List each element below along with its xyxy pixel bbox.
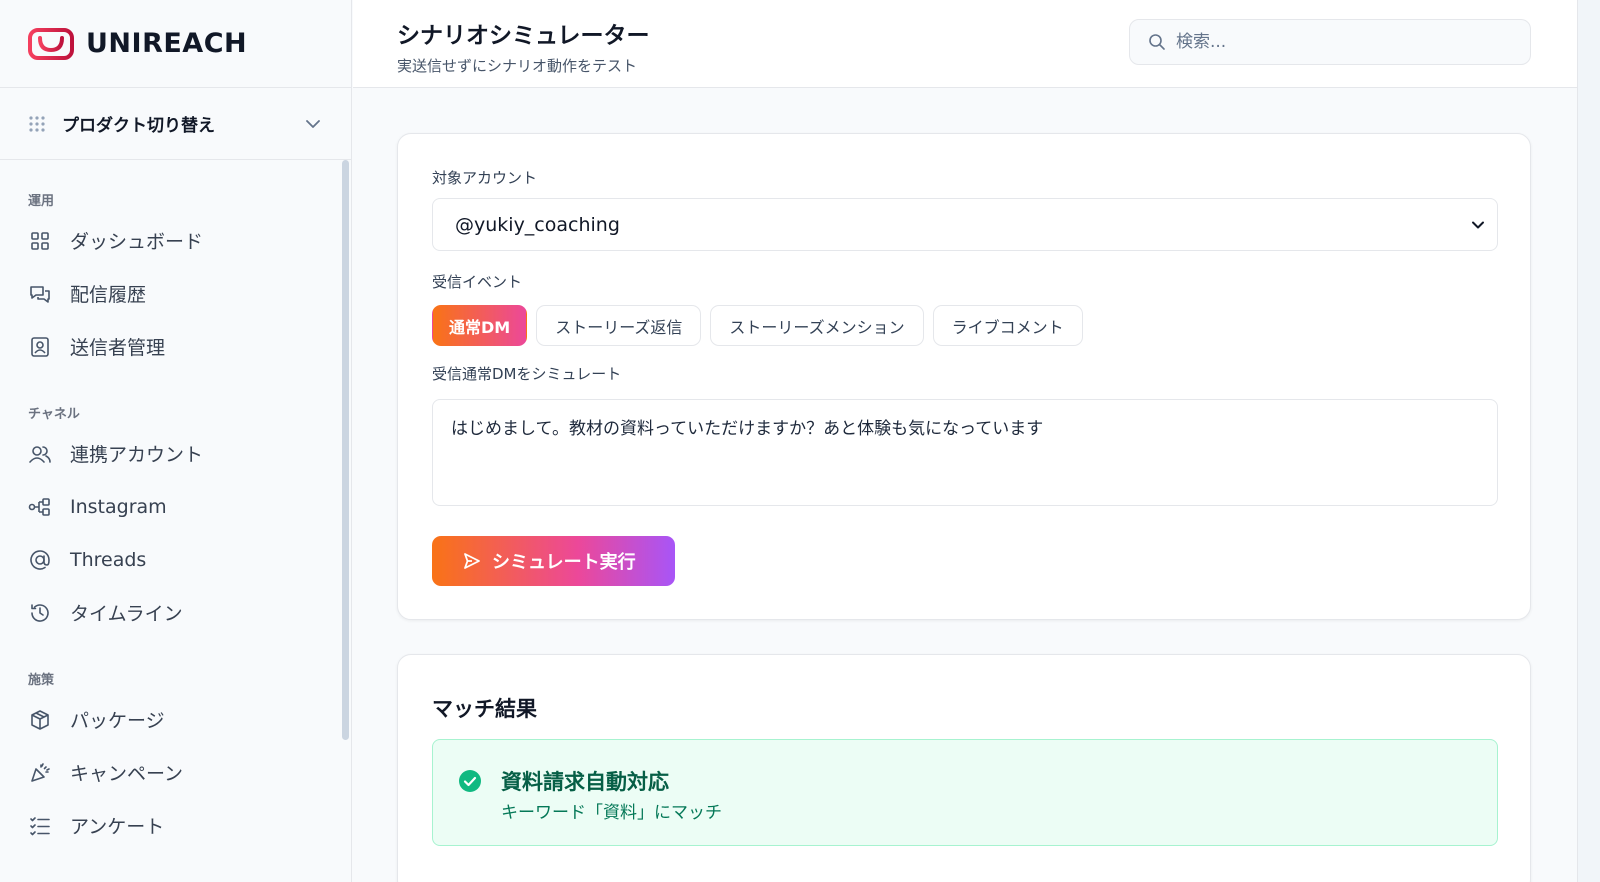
sidebar-item-label: ダッシュボード xyxy=(70,231,204,253)
event-label: 受信イベント xyxy=(432,273,523,291)
sidebar-item-survey[interactable]: アンケート xyxy=(28,799,351,852)
product-switcher-label: プロダクト切り替え xyxy=(62,116,215,136)
brand-name: UNIREACH xyxy=(86,28,248,59)
sidebar-section-title: チャネル xyxy=(28,407,80,422)
match-result-title: マッチ結果 xyxy=(432,697,537,721)
sidebar-item-dashboard[interactable]: ダッシュボード xyxy=(28,214,351,267)
page-title: シナリオシミュレーター xyxy=(397,23,650,49)
sidebar-section-title: 運用 xyxy=(28,194,55,209)
chat-icon xyxy=(28,282,52,306)
sidebar-item-label: 連携アカウント xyxy=(70,444,204,466)
page-header: シナリオシミュレーター 実送信せずにシナリオ動作をテスト xyxy=(353,0,1577,88)
send-icon xyxy=(464,553,480,569)
sidebar-item-instagram[interactable]: Instagram xyxy=(28,480,351,533)
users-icon xyxy=(28,442,52,466)
account-label: 対象アカウント xyxy=(432,169,538,187)
sidebar: UNIREACH プロダクト切り替え 運用 ダッシュボード 配信履歴 送信者管理… xyxy=(0,0,352,882)
match-result-card: マッチ結果 資料請求自動対応 キーワード「資料」にマッチ xyxy=(397,654,1531,882)
product-switcher[interactable]: プロダクト切り替え xyxy=(0,88,351,160)
sidebar-item-label: キャンペーン xyxy=(70,763,184,785)
event-chip-group: 通常DM ストーリーズ返信 ストーリーズメンション ライブコメント xyxy=(432,305,1083,346)
sidebar-item-delivery-history[interactable]: 配信履歴 xyxy=(28,267,351,320)
brand-logo-row[interactable]: UNIREACH xyxy=(0,0,351,88)
event-chip-story-mention[interactable]: ストーリーズメンション xyxy=(710,305,924,346)
party-icon xyxy=(28,761,52,785)
sidebar-item-label: 配信履歴 xyxy=(70,284,147,306)
history-icon xyxy=(28,601,52,625)
sidebar-nav: 運用 ダッシュボード 配信履歴 送信者管理 チャネル 連携アカウント Insta… xyxy=(0,190,351,852)
match-reason: キーワード「資料」にマッチ xyxy=(501,803,722,823)
sidebar-item-threads[interactable]: Threads xyxy=(28,533,351,586)
sidebar-item-timeline[interactable]: タイムライン xyxy=(28,586,351,639)
search-box[interactable] xyxy=(1129,19,1531,65)
match-scenario-name: 資料請求自動対応 xyxy=(501,770,669,794)
event-chip-live-comment[interactable]: ライブコメント xyxy=(932,305,1083,346)
flow-icon xyxy=(28,495,52,519)
at-icon xyxy=(28,548,52,572)
event-chip-normal-dm[interactable]: 通常DM xyxy=(432,305,528,346)
sidebar-item-label: 送信者管理 xyxy=(70,337,166,359)
sidebar-item-label: タイムライン xyxy=(70,603,183,625)
match-result-item: 資料請求自動対応 キーワード「資料」にマッチ xyxy=(432,739,1498,846)
brand-logo-icon xyxy=(28,27,74,60)
message-label: 受信通常DMをシミュレート xyxy=(432,365,622,383)
checklist-icon xyxy=(28,814,52,838)
sidebar-item-label: アンケート xyxy=(70,816,165,838)
page-subtitle: 実送信せずにシナリオ動作をテスト xyxy=(397,57,638,75)
sidebar-item-label: Instagram xyxy=(70,495,167,518)
sidebar-item-label: Threads xyxy=(70,548,147,571)
search-input[interactable] xyxy=(1176,32,1506,52)
event-chip-story-reply[interactable]: ストーリーズ返信 xyxy=(536,305,702,346)
page-scrollbar-track[interactable] xyxy=(1577,0,1600,882)
contact-icon xyxy=(28,335,52,359)
run-simulation-label: シミュレート実行 xyxy=(492,552,636,573)
sidebar-item-campaign[interactable]: キャンペーン xyxy=(28,746,351,799)
chevron-down-icon xyxy=(306,119,320,128)
sidebar-scrollbar[interactable] xyxy=(342,160,349,740)
simulator-card: 対象アカウント @yukiy_coaching 受信イベント 通常DM ストーリ… xyxy=(397,133,1531,620)
account-select[interactable]: @yukiy_coaching xyxy=(432,198,1498,251)
sidebar-item-linked-accounts[interactable]: 連携アカウント xyxy=(28,427,351,480)
sidebar-item-label: パッケージ xyxy=(70,710,165,732)
dots-grid-icon xyxy=(29,115,45,132)
search-icon xyxy=(1149,34,1165,50)
sidebar-item-sender-management[interactable]: 送信者管理 xyxy=(28,320,351,373)
chevron-down-icon xyxy=(1472,221,1484,229)
grid-icon xyxy=(28,229,52,253)
run-simulation-button[interactable]: シミュレート実行 xyxy=(432,536,675,586)
package-icon xyxy=(28,708,52,732)
check-circle-icon xyxy=(459,770,481,792)
account-select-value: @yukiy_coaching xyxy=(455,213,620,236)
message-textarea[interactable]: はじめまして。教材の資料っていただけますか？あと体験も気になっています xyxy=(432,399,1498,506)
sidebar-item-package[interactable]: パッケージ xyxy=(28,693,351,746)
sidebar-section-title: 施策 xyxy=(28,673,55,688)
